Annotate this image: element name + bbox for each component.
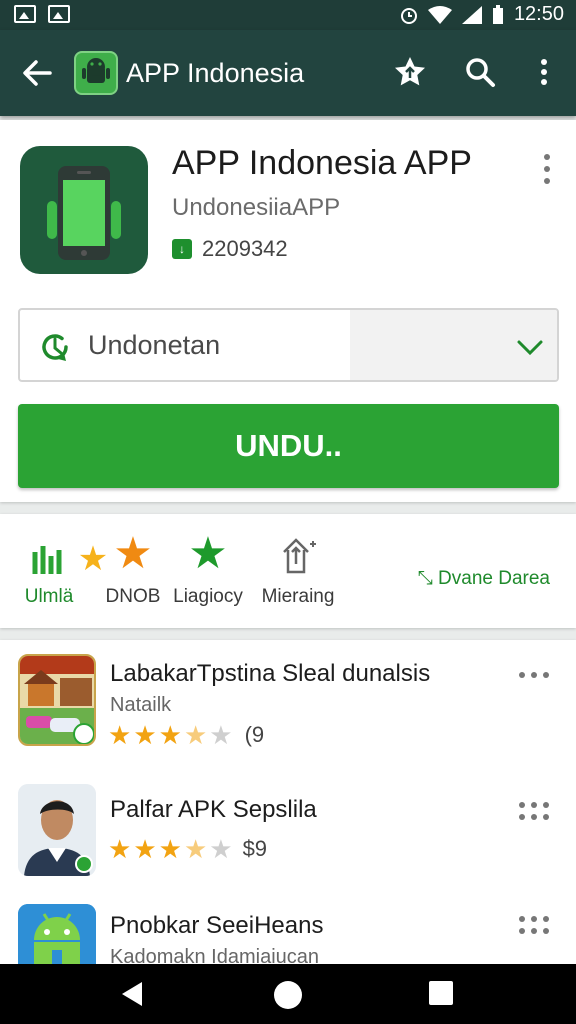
install-button[interactable]: UNDU.. bbox=[18, 404, 559, 488]
nav-recents-icon[interactable] bbox=[428, 980, 454, 1006]
app-bar: APP Indonesia bbox=[0, 30, 576, 116]
android-logo-icon bbox=[74, 51, 118, 95]
search-icon[interactable] bbox=[462, 54, 498, 90]
more-vert-icon[interactable] bbox=[526, 54, 562, 90]
list-item-rating: ★ ★ ★ ★ ★ $9 bbox=[108, 834, 268, 864]
stat-item-category[interactable]: ★ Liagiocy bbox=[170, 529, 246, 608]
chart-icon bbox=[32, 546, 62, 574]
stat-label: DNOB bbox=[105, 586, 161, 607]
upload-icon bbox=[283, 538, 316, 574]
person-avatar bbox=[18, 784, 96, 876]
more-horiz-icon[interactable] bbox=[518, 670, 550, 680]
more-grid-icon[interactable] bbox=[518, 914, 550, 936]
star-orange-icon: ★ bbox=[113, 529, 153, 578]
app-stats-card: Ulmlä ★ ★ DNOB ★ Liagiocy Mieraing ⤡ Dva… bbox=[0, 514, 576, 628]
gallery-notification-icon bbox=[14, 5, 36, 23]
status-bar: 12:50 bbox=[0, 0, 576, 30]
stat-label: Mieraing bbox=[261, 586, 335, 607]
stat-item-chart[interactable]: Ulmlä bbox=[14, 534, 84, 608]
more-grid-icon[interactable] bbox=[518, 800, 550, 822]
wifi-icon bbox=[427, 5, 452, 24]
download-badge-icon: ↓ bbox=[172, 239, 192, 259]
android-icon bbox=[18, 904, 96, 970]
stat-label: Liagiocy bbox=[173, 586, 243, 607]
stat-item-share[interactable]: Mieraing bbox=[258, 534, 338, 608]
language-select[interactable]: Undonetan bbox=[18, 308, 559, 382]
arrow-back-icon[interactable] bbox=[20, 56, 54, 90]
refresh-icon bbox=[42, 334, 68, 361]
chevron-down-icon bbox=[517, 340, 543, 356]
app-bar-title: APP Indonesia bbox=[126, 58, 305, 88]
select-value: Undonetan bbox=[88, 330, 221, 360]
nav-back-icon[interactable] bbox=[118, 980, 146, 1008]
stat-item-rating[interactable]: ★ DNOB bbox=[100, 529, 166, 608]
list-item-rating: ★ ★ ★ ★ ★ (9 bbox=[108, 720, 265, 750]
list-item[interactable]: Palfar APK Sepslila ★ ★ ★ ★ ★ $9 bbox=[0, 784, 576, 904]
list-item[interactable]: Pnobkar SeeiHeans Kadomakn Idamiaiucan bbox=[0, 904, 576, 970]
app-title: APP Indonesia APP bbox=[172, 144, 472, 182]
list-item-title: LabakarTpstina Sleal dunalsis bbox=[110, 660, 431, 687]
rating-price: $9 bbox=[242, 836, 268, 861]
app-download-count: ↓ 2209342 bbox=[172, 236, 288, 262]
list-item-title: Pnobkar SeeiHeans bbox=[110, 912, 324, 939]
signal-icon bbox=[461, 5, 482, 24]
expand-icon: ⤡ bbox=[417, 568, 433, 589]
download-count-value: 2209342 bbox=[202, 236, 288, 261]
more-info-link[interactable]: ⤡ Dvane Darea bbox=[418, 568, 550, 590]
system-nav-bar bbox=[0, 964, 576, 1024]
star-upload-icon[interactable] bbox=[392, 54, 428, 90]
alarm-icon bbox=[400, 7, 417, 24]
star-green-icon: ★ bbox=[188, 529, 228, 578]
app-developer[interactable]: UndonesiiaAPP bbox=[172, 194, 340, 222]
image-notification-icon bbox=[48, 5, 70, 23]
game-thumbnail bbox=[18, 654, 96, 746]
rating-count: (9 bbox=[244, 722, 265, 747]
nav-home-icon[interactable] bbox=[273, 980, 303, 1010]
list-item-subtitle: Natailk bbox=[110, 694, 172, 716]
more-vert-icon[interactable] bbox=[540, 152, 554, 186]
phone-icon bbox=[20, 146, 148, 274]
list-item[interactable]: LabakarTpstina Sleal dunalsis Natailk ★ ★… bbox=[0, 654, 576, 774]
stat-label: Ulmlä bbox=[24, 586, 74, 607]
status-time: 12:50 bbox=[513, 3, 564, 25]
battery-icon bbox=[492, 4, 503, 24]
list-item-title: Palfar APK Sepslila bbox=[110, 796, 317, 823]
app-details-card: APP Indonesia APP UndonesiiaAPP ↓ 220934… bbox=[0, 120, 576, 502]
related-apps-list: LabakarTpstina Sleal dunalsis Natailk ★ ★… bbox=[0, 640, 576, 970]
